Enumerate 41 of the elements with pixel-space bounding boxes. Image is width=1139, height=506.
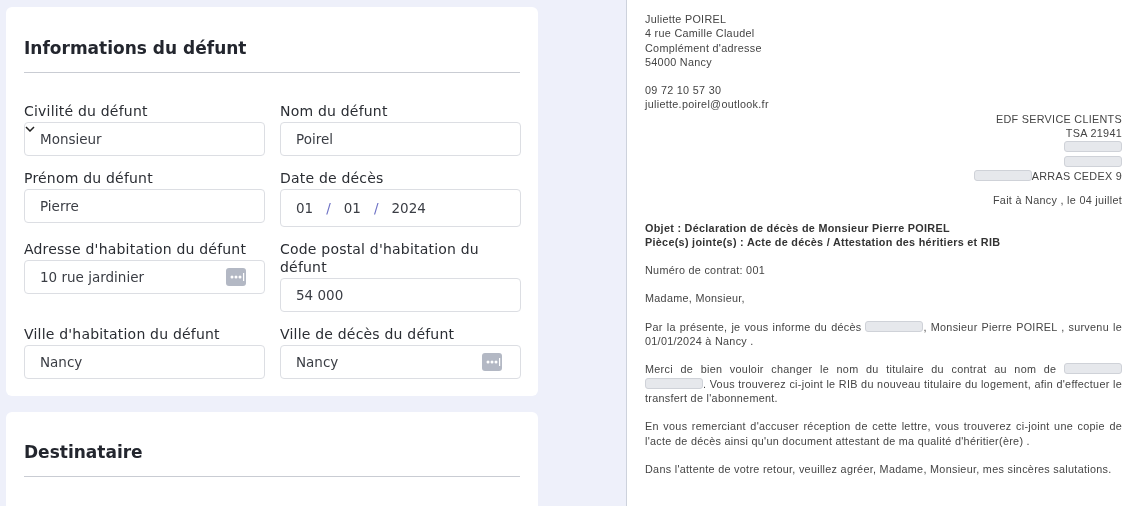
- letter-paragraph: Par la présente, je vous informe du décès , Monsieur Pierre POIREL , survenu le 01/01/2024 à Nancy .: [645, 319, 1122, 349]
- sender-line: Juliette POIREL: [645, 12, 728, 27]
- letter-paragraph: Merci de bien vouloir changer le nom du titulaire du contrat au nom de . Vous trouverez ci-joint le RIB du nouveau titulaire du logement, afin d'effectuer le transfert de l'abonnement.: [645, 362, 1122, 406]
- field-label: Prénom du défunt: [24, 169, 154, 187]
- letter-paragraph: Dans l'attente de votre retour, veuillez agréer, Madame, Monsieur, mes sincères salutations.: [645, 461, 1113, 477]
- input-field[interactable]: Nancy: [280, 345, 521, 379]
- field-label: Nom du défunt: [280, 102, 389, 120]
- input-field[interactable]: Poirel: [280, 122, 521, 156]
- salutation: Madame, Monsieur,: [645, 291, 746, 306]
- contact-line: 09 72 10 57 30: [645, 83, 723, 98]
- ellipsis-icon: [482, 353, 502, 371]
- contact-line: juliette.poirel@outlook.fr: [645, 97, 770, 112]
- input-field[interactable]: 10 rue jardinier: [24, 260, 265, 294]
- field-label: Code postal d'habitation du défunt: [280, 240, 480, 276]
- field-label: Adresse d'habitation du défunt: [24, 240, 248, 258]
- chevron-icon: [25, 126, 35, 132]
- input-field[interactable]: Nancy: [24, 345, 265, 379]
- field-label: Date de décès: [280, 169, 385, 187]
- section-title: Destinataire: [24, 441, 144, 463]
- recipient-line: ARRAS CEDEX 9: [973, 169, 1122, 182]
- sender-line: 54000 Nancy: [645, 54, 713, 70]
- sender-line: 4 rue Camille Claudel: [645, 26, 756, 41]
- ellipsis-icon: [226, 268, 246, 286]
- select-field[interactable]: Monsieur: [24, 122, 265, 156]
- sender-line: Complément d'adresse: [645, 40, 763, 55]
- input-field[interactable]: 54 000: [280, 278, 521, 312]
- date-field[interactable]: 01 / 01 / 2024: [280, 189, 521, 227]
- redaction-bar: [1064, 155, 1122, 167]
- field-label: Ville d'habitation du défunt: [24, 325, 221, 343]
- section-title: Informations du défunt: [24, 37, 248, 59]
- letter-attachments: Pièce(s) jointe(s) : Acte de décès / Attestation des héritiers et RIB: [645, 234, 1002, 250]
- redaction-bar: [1064, 141, 1122, 153]
- field-label: Civilité du défunt: [24, 102, 149, 120]
- recipient-line: EDF SERVICE CLIENTS: [995, 112, 1122, 125]
- recipient-line: TSA 21941: [1065, 127, 1122, 140]
- letter-paragraph: En vous remerciant d'accuser réception de cette lettre, vous trouverez ci-joint une copie de l'acte de décès ainsi qu'un document attestant de ma qualité d'héritier(ère) .: [645, 419, 1122, 448]
- place-date: Fait à Nancy , le 04 juillet: [991, 193, 1122, 208]
- contract-number: Numéro de contrat: 001: [645, 263, 767, 278]
- letter-subject: Objet : Déclaration de décès de Monsieur Pierre POIREL: [645, 220, 951, 235]
- input-field[interactable]: Pierre: [24, 189, 265, 223]
- field-label: Ville de décès du défunt: [280, 325, 456, 343]
